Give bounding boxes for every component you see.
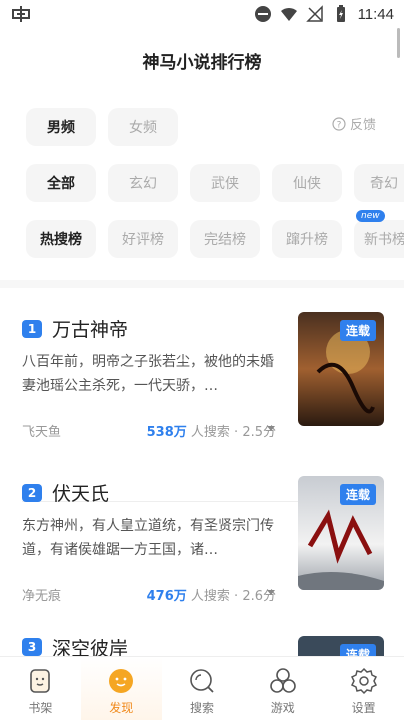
rank-badge: 1 bbox=[22, 320, 42, 338]
rank-badge: 3 bbox=[22, 638, 42, 656]
dropdown-icon[interactable] bbox=[267, 590, 275, 595]
search-label: 人搜索 · 2.5分 bbox=[190, 425, 276, 440]
search-label: 人搜索 · 2.6分 bbox=[190, 589, 276, 604]
chip-completed[interactable]: 完结榜 bbox=[190, 220, 260, 258]
help-circle-icon: ? bbox=[332, 116, 346, 131]
clock: 11:44 bbox=[357, 5, 394, 23]
book-item[interactable]: 2 伏天氏 东方神州，有人皇立道统，有圣贤宗门传道，有诸侯雄踞一方王国，诸… 净… bbox=[22, 476, 384, 666]
discover-icon bbox=[109, 669, 134, 693]
chip-qihuan[interactable]: 奇幻 bbox=[354, 164, 404, 202]
nav-games[interactable]: 游戏 bbox=[242, 657, 323, 720]
feedback-label: 反馈 bbox=[349, 118, 376, 133]
chip-female[interactable]: 女频 bbox=[108, 108, 178, 146]
settings-icon bbox=[350, 667, 377, 695]
status-badge: 连载 bbox=[339, 484, 376, 505]
chip-xuanhuan[interactable]: 玄幻 bbox=[108, 164, 178, 202]
bookshelf-icon bbox=[30, 669, 51, 693]
game-icon bbox=[269, 668, 296, 693]
chip-new-books-label: 新书榜 bbox=[364, 232, 404, 248]
chip-xianxia[interactable]: 仙侠 bbox=[272, 164, 342, 202]
nav-label: 设置 bbox=[351, 701, 376, 715]
book-author: 飞天鱼 bbox=[22, 425, 62, 440]
book-description: 八百年前，明帝之子张若尘，被他的未婚妻池瑶公主杀死，一代天骄，… bbox=[22, 354, 274, 394]
status-badge: 连载 bbox=[339, 320, 376, 341]
book-cover: 连载 bbox=[298, 312, 384, 426]
chip-wuxia[interactable]: 武侠 bbox=[190, 164, 260, 202]
book-author: 净无痕 bbox=[22, 589, 62, 604]
wifi-icon bbox=[280, 7, 297, 21]
chip-all[interactable]: 全部 bbox=[26, 164, 96, 202]
no-signal-icon bbox=[305, 5, 323, 22]
chip-hot-search[interactable]: 热搜榜 bbox=[26, 220, 96, 258]
book-stats: 538万 人搜索 · 2.5分 bbox=[147, 421, 276, 440]
dropdown-icon[interactable] bbox=[267, 426, 275, 431]
nav-label: 书架 bbox=[28, 701, 53, 715]
book-title: 万古神帝 bbox=[52, 319, 129, 341]
chip-new-books[interactable]: new 新书榜 bbox=[354, 210, 404, 258]
svg-text:?: ? bbox=[337, 120, 342, 130]
section-divider bbox=[0, 280, 404, 288]
nav-label: 发现 bbox=[109, 701, 134, 715]
search-count: 476万 bbox=[146, 589, 187, 604]
battery-icon bbox=[336, 5, 345, 22]
chip-top-rated[interactable]: 好评榜 bbox=[108, 220, 178, 258]
book-title: 伏天氏 bbox=[52, 483, 110, 505]
nav-search[interactable]: 搜索 bbox=[162, 657, 243, 720]
book-stats: 476万 人搜索 · 2.6分 bbox=[147, 585, 276, 604]
new-badge: new bbox=[356, 210, 385, 222]
feedback-button[interactable]: ? 反馈 bbox=[332, 114, 376, 133]
page-title: 神马小说排行榜 bbox=[142, 53, 262, 73]
search-count: 538万 bbox=[146, 425, 187, 440]
gender-filter: 男频 女频 bbox=[26, 108, 178, 146]
genre-filter: 全部 玄幻 武侠 仙侠 奇幻 bbox=[26, 164, 404, 202]
do-not-disturb-icon bbox=[254, 6, 271, 22]
ranking-filter: 热搜榜 好评榜 完结榜 蹿升榜 new 新书榜 bbox=[26, 210, 404, 258]
nav-label: 搜索 bbox=[189, 701, 214, 715]
nav-settings[interactable]: 设置 bbox=[323, 657, 404, 720]
bottom-navigation: 书架 发现 搜索 游戏 设置 bbox=[0, 656, 404, 720]
nav-bookshelf[interactable]: 书架 bbox=[0, 657, 81, 720]
book-description: 东方神州，有人皇立道统，有圣贤宗门传道，有诸侯雄踞一方王国，诸… bbox=[22, 518, 274, 558]
app-notification-icon bbox=[12, 6, 30, 22]
search-icon bbox=[190, 669, 214, 693]
book-cover: 连载 bbox=[298, 476, 384, 590]
book-item[interactable]: 1 万古神帝 八百年前，明帝之子张若尘，被他的未婚妻池瑶公主杀死，一代天骄，… … bbox=[22, 312, 384, 502]
rank-badge: 2 bbox=[22, 484, 42, 502]
nav-discover[interactable]: 发现 bbox=[80, 657, 162, 720]
chip-male[interactable]: 男频 bbox=[26, 108, 96, 146]
nav-label: 游戏 bbox=[270, 701, 295, 715]
chip-rising[interactable]: 蹿升榜 bbox=[272, 220, 342, 258]
status-bar: 11:44 bbox=[0, 0, 404, 28]
